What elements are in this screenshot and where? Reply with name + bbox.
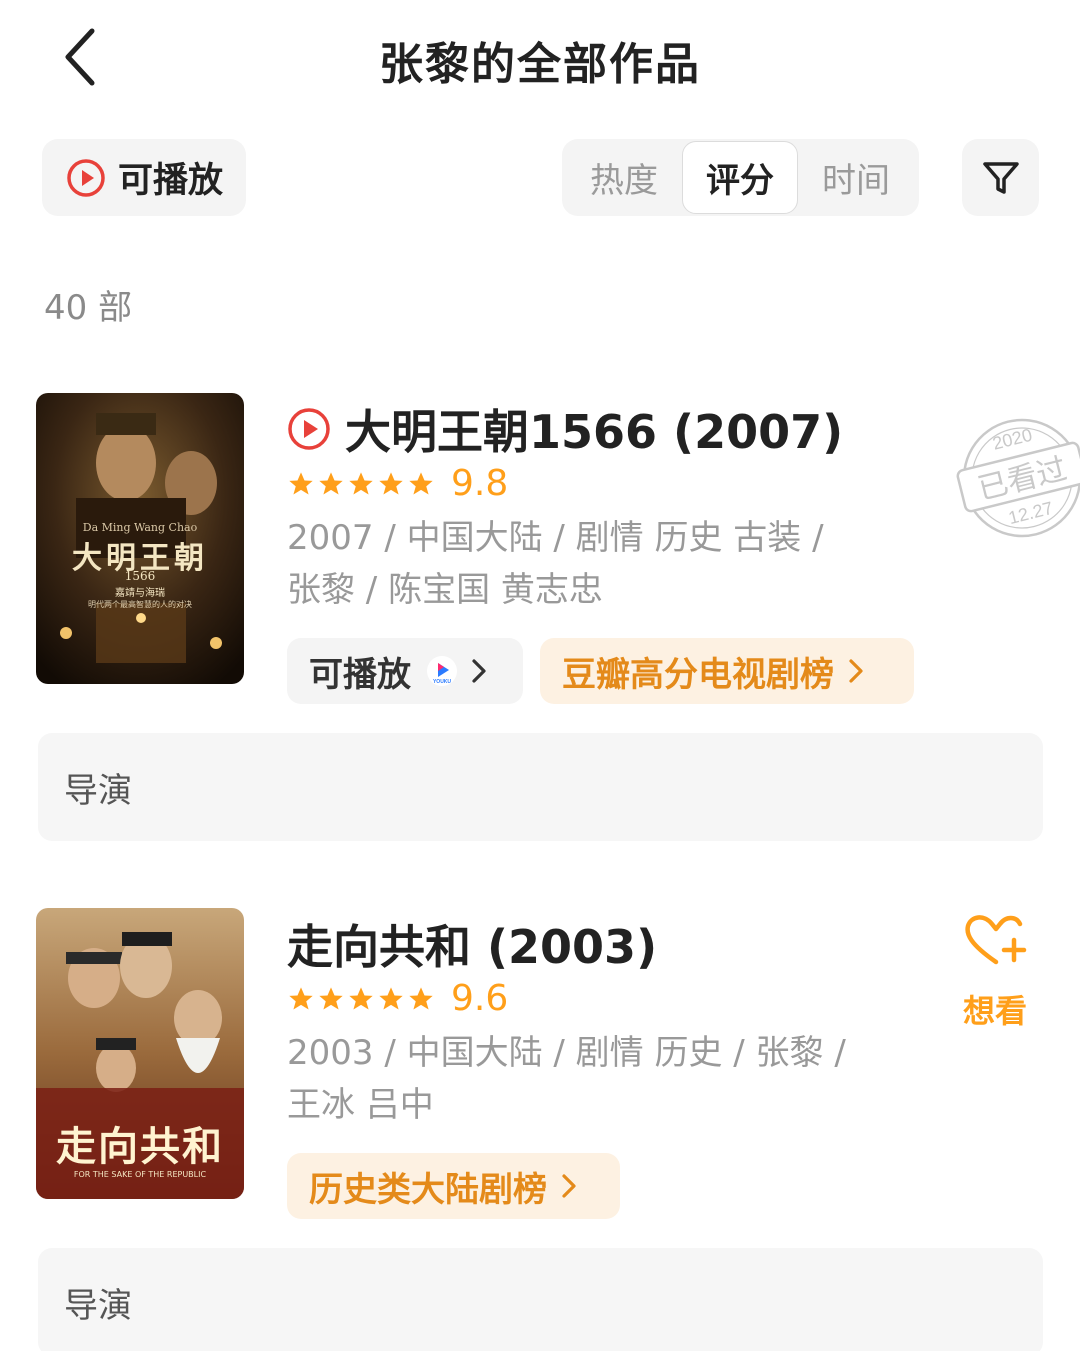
ranking-chip[interactable]: 豆瓣高分电视剧榜 bbox=[540, 638, 914, 704]
director-label: 导演 bbox=[64, 1285, 132, 1326]
rating-score: 9.8 bbox=[451, 463, 509, 504]
poster-blurb: 明代两个最高智慧的人的对决 bbox=[88, 600, 192, 609]
sort-tab-popularity[interactable]: 热度 bbox=[566, 141, 682, 214]
work-meta-line: 2003 / 中国大陆 / 剧情 历史 / 张黎 / bbox=[287, 1033, 846, 1073]
star-rating bbox=[287, 985, 435, 1013]
rating-score: 9.6 bbox=[451, 978, 509, 1019]
svg-text:12.27: 12.27 bbox=[1006, 498, 1055, 528]
work-meta-line: 张黎 / 陈宝国 黄志忠 bbox=[287, 570, 603, 610]
star-icon bbox=[349, 471, 373, 494]
want-to-watch-label: 想看 bbox=[962, 992, 1027, 1030]
star-icon bbox=[379, 471, 403, 494]
ranking-chip[interactable]: 历史类大陆剧榜 bbox=[287, 1153, 620, 1219]
chevron-right-icon bbox=[471, 658, 487, 684]
rating-row: 9.8 bbox=[287, 463, 508, 504]
youku-icon: YOUKU bbox=[427, 656, 457, 686]
director-section[interactable]: 导演 bbox=[38, 1248, 1043, 1351]
watched-stamp: 2020 已看过 12.27 bbox=[956, 418, 1080, 538]
poster-image[interactable]: 走向共和 FOR THE SAKE OF THE REPUBLIC bbox=[36, 908, 244, 1199]
page-title: 张黎的全部作品 bbox=[379, 39, 701, 90]
work-title-row[interactable]: 大明王朝1566 (2007) bbox=[287, 396, 843, 462]
work-title: 走向共和 (2003) bbox=[287, 920, 658, 974]
heart-plus-icon bbox=[965, 915, 1027, 965]
star-icon bbox=[379, 986, 403, 1009]
work-meta-line: 王冰 吕中 bbox=[287, 1085, 434, 1125]
star-icon bbox=[409, 986, 433, 1009]
works-count: 40 部 bbox=[44, 288, 133, 328]
work-meta: 2003 / 中国大陆 / 剧情 历史 / 张黎 / 王冰 吕中 bbox=[287, 1027, 887, 1131]
director-section[interactable]: 导演 bbox=[38, 733, 1043, 841]
poster-image[interactable]: Da Ming Wang Chao 大明王朝 1566 嘉靖与海瑞 明代两个最高… bbox=[36, 393, 244, 684]
director-label: 导演 bbox=[64, 770, 132, 811]
star-icon bbox=[319, 986, 343, 1009]
ranking-chip-label: 豆瓣高分电视剧榜 bbox=[562, 654, 834, 695]
star-icon bbox=[409, 471, 433, 494]
sort-tabs: 热度 评分 时间 bbox=[562, 139, 919, 216]
play-source-chip[interactable]: 可播放 YOUKU bbox=[287, 638, 523, 704]
play-circle-icon bbox=[288, 408, 330, 450]
star-icon bbox=[289, 471, 313, 494]
star-icon bbox=[319, 471, 343, 494]
star-icon bbox=[289, 986, 313, 1009]
star-rating bbox=[287, 470, 435, 498]
star-icon bbox=[349, 986, 373, 1009]
poster-en-title: FOR THE SAKE OF THE REPUBLIC bbox=[73, 1170, 207, 1179]
sort-tab-rating[interactable]: 评分 bbox=[682, 141, 798, 214]
work-meta-line: 2007 / 中国大陆 / 剧情 历史 古装 / bbox=[287, 518, 824, 558]
work-title-row[interactable]: 走向共和 (2003) bbox=[287, 911, 657, 977]
svg-text:2020: 2020 bbox=[990, 425, 1034, 454]
poster-cn-title: 走向共和 bbox=[56, 1123, 224, 1170]
svg-text:YOUKU: YOUKU bbox=[433, 679, 451, 685]
poster-tagline: 嘉靖与海瑞 bbox=[115, 588, 165, 599]
poster-subtitle: 1566 bbox=[124, 569, 156, 583]
chevron-right-icon bbox=[561, 1173, 577, 1199]
work-title: 大明王朝1566 (2007) bbox=[345, 405, 844, 459]
rating-row: 9.6 bbox=[287, 978, 508, 1019]
playable-filter-label: 可播放 bbox=[118, 161, 224, 201]
header: 张黎的全部作品 bbox=[0, 0, 1080, 115]
playable-filter-button[interactable]: 可播放 bbox=[42, 139, 246, 216]
work-meta: 2007 / 中国大陆 / 剧情 历史 古装 / 张黎 / 陈宝国 黄志忠 bbox=[287, 512, 887, 616]
chevron-right-icon bbox=[848, 658, 864, 684]
want-to-watch-button[interactable]: 想看 bbox=[955, 912, 1035, 1032]
filter-button[interactable] bbox=[962, 139, 1039, 216]
play-circle-icon bbox=[67, 158, 105, 197]
ranking-chip-label: 历史类大陆剧榜 bbox=[309, 1169, 547, 1210]
play-source-label: 可播放 bbox=[309, 654, 411, 695]
sort-tab-time[interactable]: 时间 bbox=[798, 141, 914, 214]
filter-funnel-icon bbox=[982, 161, 1019, 194]
